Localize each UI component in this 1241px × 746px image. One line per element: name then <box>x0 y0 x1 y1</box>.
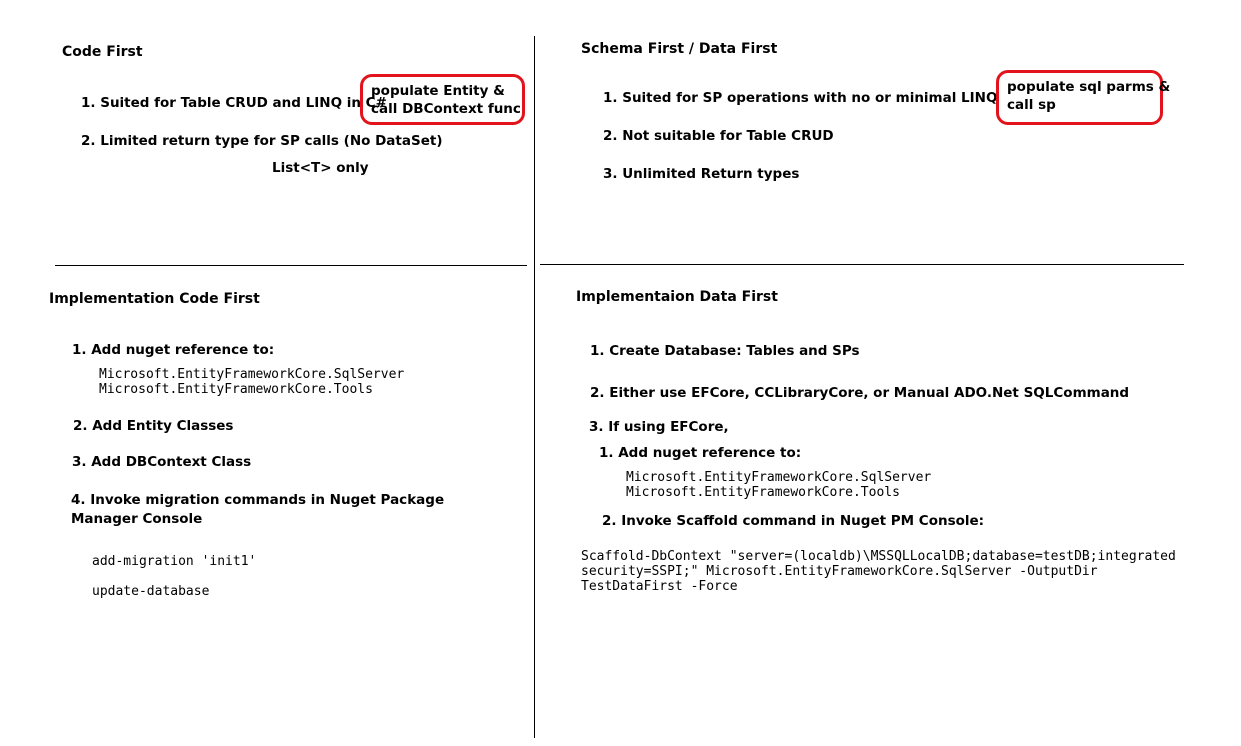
impl-code-first-cmd-update-database: update-database <box>92 584 210 599</box>
schema-first-callout-line-2: call sp <box>1007 97 1056 113</box>
impl-data-first-sub-2: 2. Invoke Scaffold command in Nuget PM C… <box>602 513 985 529</box>
horizontal-divider-right <box>540 264 1184 265</box>
code-first-callout-line-2: call DBContext func <box>371 101 521 117</box>
impl-code-first-step-2: 2. Add Entity Classes <box>73 418 234 434</box>
code-first-callout: populate Entity & call DBContext func <box>360 74 525 125</box>
schema-first-callout: populate sql parms & call sp <box>996 70 1171 125</box>
impl-data-first-step-1: 1. Create Database: Tables and SPs <box>590 343 860 359</box>
impl-code-first-title: Implementation Code First <box>49 291 260 307</box>
impl-data-first-title: Implementaion Data First <box>576 289 778 305</box>
code-first-item-2: 2. Limited return type for SP calls (No … <box>81 133 443 149</box>
code-first-title: Code First <box>62 44 143 60</box>
impl-data-first-sub-1: 1. Add nuget reference to: <box>599 445 802 461</box>
impl-code-first-step-4-line-1: 4. Invoke migration commands in Nuget Pa… <box>71 492 445 508</box>
schema-first-item-3: 3. Unlimited Return types <box>603 166 800 182</box>
schema-first-item-2: 2. Not suitable for Table CRUD <box>603 128 834 144</box>
schema-first-title: Schema First / Data First <box>581 41 778 57</box>
impl-code-first-cmd-add-migration: add-migration 'init1' <box>92 554 257 569</box>
horizontal-divider-left <box>55 265 527 266</box>
impl-data-first-sub-1-code: Microsoft.EntityFrameworkCore.SqlServer … <box>626 470 932 500</box>
schema-first-callout-line-1: populate sql parms & <box>1007 79 1171 95</box>
code-first-callout-line-1: populate Entity & <box>371 83 505 99</box>
code-first-item-1: 1. Suited for Table CRUD and LINQ in C# <box>81 95 387 111</box>
impl-code-first-step-1-code: Microsoft.EntityFrameworkCore.SqlServer … <box>99 367 405 397</box>
impl-data-first-step-2: 2. Either use EFCore, CCLibraryCore, or … <box>590 385 1130 401</box>
code-first-item-2-sub: List<T> only <box>272 160 369 176</box>
scaffold-command-code: Scaffold-DbContext "server=(localdb)\MSS… <box>581 549 1176 594</box>
vertical-divider <box>534 36 535 738</box>
impl-code-first-step-1: 1. Add nuget reference to: <box>72 342 275 358</box>
impl-code-first-step-3: 3. Add DBContext Class <box>72 454 252 470</box>
impl-data-first-step-3: 3. If using EFCore, <box>589 419 729 435</box>
impl-code-first-step-4-line-2: Manager Console <box>71 511 203 527</box>
schema-first-item-1: 1. Suited for SP operations with no or m… <box>603 90 1043 106</box>
